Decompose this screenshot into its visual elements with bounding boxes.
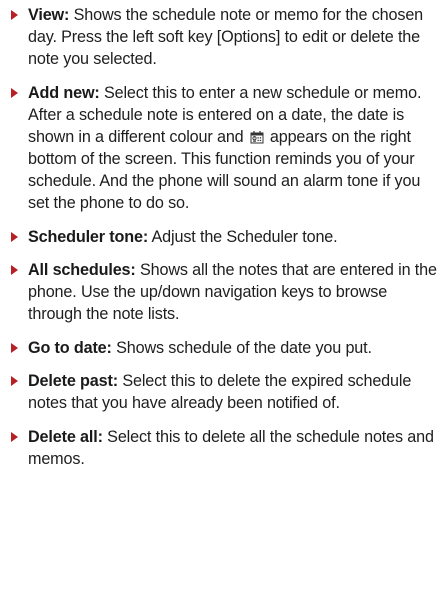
item-term: Delete all: — [28, 428, 103, 446]
list-item-all-schedules: All schedules: Shows all the notes that … — [8, 259, 439, 325]
item-term: All schedules: — [28, 261, 136, 279]
triangle-bullet-icon — [11, 232, 18, 242]
list-item-go-to-date: Go to date: Shows schedule of the date y… — [8, 337, 439, 359]
triangle-bullet-icon — [11, 432, 18, 442]
memo-icon — [250, 130, 264, 144]
list-item-delete-all: Delete all: Select this to delete all th… — [8, 426, 439, 470]
list-item-add-new: Add new: Select this to enter a new sche… — [8, 82, 439, 214]
item-term: View: — [28, 6, 70, 24]
item-description: Shows schedule of the date you put. — [111, 339, 372, 357]
item-description: Adjust the Scheduler tone. — [148, 228, 338, 246]
item-term: Scheduler tone: — [28, 228, 149, 246]
item-term: Delete past: — [28, 372, 118, 390]
triangle-bullet-icon — [11, 265, 18, 275]
triangle-bullet-icon — [11, 88, 18, 98]
triangle-bullet-icon — [11, 343, 18, 353]
item-description: Shows the schedule note or memo for the … — [28, 6, 424, 68]
item-term: Add new: — [28, 84, 100, 102]
manual-page: View: Shows the schedule note or memo fo… — [0, 0, 447, 595]
triangle-bullet-icon — [11, 10, 18, 20]
item-term: Go to date: — [28, 339, 112, 357]
list-item-view: View: Shows the schedule note or memo fo… — [8, 4, 439, 70]
list-item-scheduler-tone: Scheduler tone: Adjust the Scheduler ton… — [8, 226, 439, 248]
list-item-delete-past: Delete past: Select this to delete the e… — [8, 370, 439, 414]
triangle-bullet-icon — [11, 376, 18, 386]
